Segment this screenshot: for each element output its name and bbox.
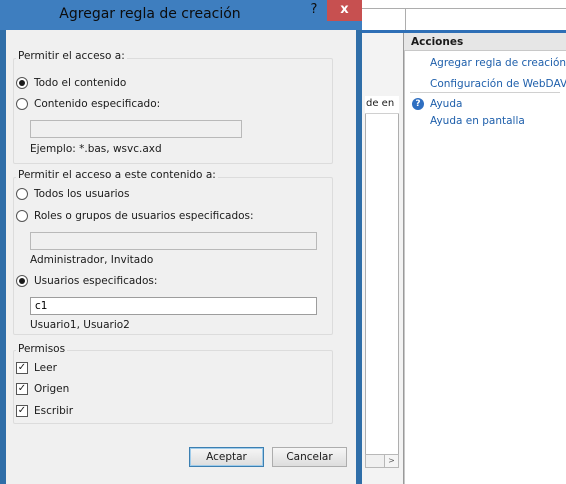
radio-specified-content[interactable]: [16, 98, 28, 110]
roles-example: Administrador, Invitado: [30, 254, 154, 266]
help-icon: ?: [412, 98, 424, 110]
permissions-group-legend: Permisos: [16, 343, 68, 355]
option-all-users[interactable]: Todos los usuarios: [16, 188, 129, 200]
dialog-title-bar[interactable]: Agregar regla de creación ? x: [0, 0, 362, 30]
users-group-legend: Permitir el acceso a este contenido a:: [16, 169, 218, 181]
background-column-header[interactable]: de en: [365, 96, 399, 114]
permission-read[interactable]: ✓ Leer: [16, 362, 57, 374]
specified-content-input[interactable]: [30, 120, 242, 138]
action-add-authoring-rule[interactable]: Agregar regla de creación...: [430, 57, 566, 69]
option-all-users-label: Todos los usuarios: [34, 188, 130, 200]
background-rules-list[interactable]: [365, 96, 399, 466]
action-online-help[interactable]: Ayuda en pantalla: [430, 115, 525, 127]
radio-all-users[interactable]: [16, 188, 28, 200]
option-specified-roles[interactable]: Roles o grupos de usuarios especificados…: [16, 210, 254, 222]
background-top-border: [360, 8, 566, 9]
access-group-legend: Permitir el acceso a:: [16, 50, 127, 62]
cancel-button[interactable]: Cancelar: [272, 447, 347, 467]
permission-write[interactable]: ✓ Escribir: [16, 405, 73, 417]
radio-specified-users[interactable]: [16, 275, 28, 287]
actions-separator: [410, 92, 560, 93]
permission-source[interactable]: ✓ Origen: [16, 383, 69, 395]
background-top-divider: [405, 8, 406, 30]
checkbox-write[interactable]: ✓: [16, 405, 28, 417]
roles-input[interactable]: [30, 232, 317, 250]
radio-specified-roles[interactable]: [16, 210, 28, 222]
help-button[interactable]: ?: [301, 0, 327, 21]
option-specified-roles-label: Roles o grupos de usuarios especificados…: [34, 210, 254, 222]
permission-source-label: Origen: [34, 383, 70, 395]
option-specified-content[interactable]: Contenido especificado:: [16, 98, 160, 110]
permission-write-label: Escribir: [34, 405, 74, 417]
background-horizontal-scrollbar[interactable]: >: [365, 454, 399, 468]
action-help[interactable]: Ayuda: [430, 98, 462, 110]
users-input[interactable]: [30, 297, 317, 315]
option-specified-content-label: Contenido especificado:: [34, 98, 161, 110]
dialog-title: Agregar regla de creación: [59, 6, 241, 22]
checkbox-read[interactable]: ✓: [16, 362, 28, 374]
users-example: Usuario1, Usuario2: [30, 319, 130, 331]
content-example: Ejemplo: *.bas, wsvc.axd: [30, 143, 162, 155]
option-all-content-label: Todo el contenido: [34, 77, 127, 89]
background-window-top: [360, 0, 566, 30]
scroll-right-icon[interactable]: >: [384, 455, 398, 467]
permission-read-label: Leer: [34, 362, 57, 374]
checkbox-source[interactable]: ✓: [16, 383, 28, 395]
option-specified-users-label: Usuarios especificados:: [34, 275, 158, 287]
actions-pane-header: Acciones: [404, 33, 566, 51]
option-all-content[interactable]: Todo el contenido: [16, 77, 126, 89]
close-button[interactable]: x: [327, 0, 362, 21]
ok-button[interactable]: Aceptar: [189, 447, 264, 467]
radio-all-content[interactable]: [16, 77, 28, 89]
action-webdav-settings[interactable]: Configuración de WebDAV...: [430, 78, 566, 90]
actions-pane: [404, 33, 566, 484]
option-specified-users[interactable]: Usuarios especificados:: [16, 275, 157, 287]
add-authoring-rule-dialog: Agregar regla de creación ? x Permitir e…: [0, 0, 362, 484]
